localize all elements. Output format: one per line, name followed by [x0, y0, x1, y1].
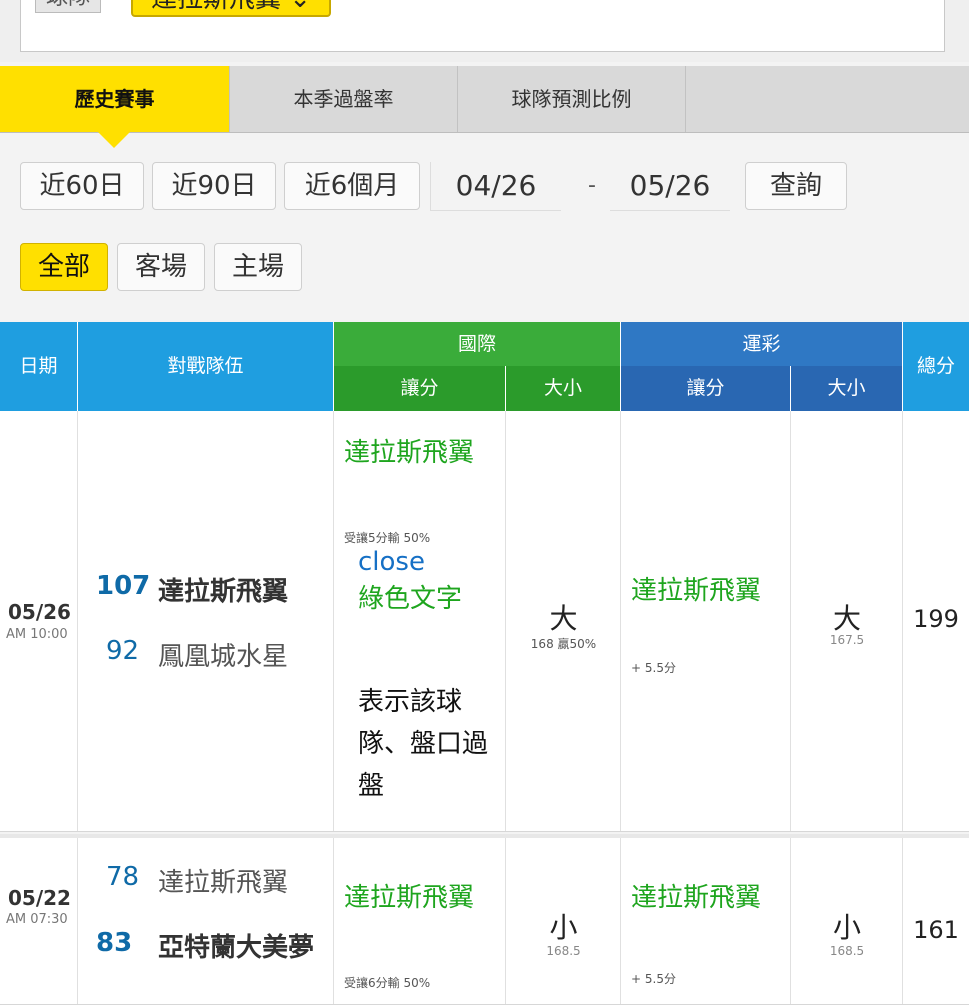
- header-intl-ou: 大小: [506, 366, 621, 411]
- lottery-handicap-cell: 達拉斯飛翼 + 5.5分: [621, 411, 791, 831]
- date-from-input[interactable]: 04/26: [430, 162, 561, 211]
- row-date-cell: 05/26 AM 10:00: [0, 411, 78, 831]
- tab-bar: 歷史賽事 本季過盤率 球隊預測比例: [0, 66, 969, 148]
- row-date-cell: 05/22 AM 07:30: [0, 838, 78, 1004]
- total-score: 199: [913, 605, 959, 633]
- header-intl: 國際: [334, 322, 621, 366]
- period-90-days-button[interactable]: 近90日: [152, 162, 276, 210]
- row-matchup-cell: 107 達拉斯飛翼 92 鳳凰城水星: [78, 411, 334, 831]
- tooltip-green-text: 綠色文字: [358, 584, 463, 614]
- team1-score: 107: [96, 571, 151, 601]
- header-total: 總分: [903, 322, 969, 411]
- period-60-days-button[interactable]: 近60日: [20, 162, 144, 210]
- lottery-handicap-team: 達拉斯飛翼: [631, 883, 762, 913]
- team1-name[interactable]: 達拉斯飛翼: [158, 571, 288, 608]
- row-matchup-cell: 78 達拉斯飛翼 83 亞特蘭大美夢: [78, 838, 334, 1004]
- lottery-handicap-cell: 達拉斯飛翼 + 5.5分: [621, 838, 791, 1004]
- team1-score: 78: [106, 862, 140, 892]
- header-date: 日期: [0, 322, 78, 411]
- lottery-ou-value: 大: [832, 602, 861, 635]
- team2-name[interactable]: 鳳凰城水星: [158, 636, 288, 673]
- lottery-ou-value: 小: [832, 911, 861, 944]
- intl-handicap-note: 受讓5分輸 50%: [344, 531, 431, 545]
- intl-handicap-team: 達拉斯飛翼: [344, 883, 475, 913]
- header-intl-handicap: 讓分: [334, 366, 506, 411]
- chevron-down-icon: ⌄: [289, 0, 311, 14]
- intl-handicap-cell: 達拉斯飛翼 受讓5分輸 50% close 綠色文字 表示該球隊、盤口過盤: [334, 411, 506, 831]
- tab-team-prediction[interactable]: 球隊預測比例: [458, 66, 686, 132]
- query-button[interactable]: 查詢: [745, 162, 847, 210]
- lottery-ou-cell: 大 167.5: [791, 411, 903, 831]
- lottery-handicap-note: + 5.5分: [631, 661, 676, 675]
- lottery-ou-cell: 小 168.5: [791, 838, 903, 1004]
- period-6-months-button[interactable]: 近6個月: [284, 162, 420, 210]
- lottery-handicap-team: 達拉斯飛翼: [631, 576, 762, 606]
- tab-history[interactable]: 歷史賽事: [0, 66, 230, 148]
- date-to-input[interactable]: 05/26: [610, 162, 730, 211]
- intl-handicap-note: 受讓6分輸 50%: [344, 976, 431, 990]
- intl-ou-cell: 小 168.5: [506, 838, 621, 1004]
- total-cell: 161: [903, 838, 969, 1004]
- intl-ou-value: 大: [549, 602, 578, 635]
- team2-score: 92: [106, 636, 140, 666]
- team1-name[interactable]: 達拉斯飛翼: [158, 862, 288, 899]
- header-matchup: 對戰隊伍: [78, 322, 334, 411]
- breadcrumb-bar: 球隊 達拉斯飛翼 ⌄: [0, 0, 969, 62]
- header-lottery-handicap: 讓分: [621, 366, 791, 411]
- intl-handicap-cell: 達拉斯飛翼 受讓6分輸 50%: [334, 838, 506, 1004]
- venue-away-button[interactable]: 客場: [117, 243, 205, 291]
- tab-season-cover-rate[interactable]: 本季過盤率: [230, 66, 458, 132]
- row-time: AM 10:00: [6, 627, 68, 642]
- date-separator: -: [588, 173, 596, 198]
- table-row: 05/22 AM 07:30 78 達拉斯飛翼 83 亞特蘭大美夢 達拉斯飛翼 …: [0, 834, 969, 1005]
- team-selector[interactable]: 達拉斯飛翼 ⌄: [131, 0, 332, 17]
- venue-all-button[interactable]: 全部: [20, 243, 108, 291]
- intl-ou-note: 168 贏50%: [530, 637, 597, 651]
- venue-home-button[interactable]: 主場: [214, 243, 302, 291]
- team2-score: 83: [96, 928, 133, 958]
- lottery-ou-note: 167.5: [829, 633, 865, 647]
- intl-ou-value: 小: [549, 911, 578, 944]
- team-selector-label: 達拉斯飛翼: [151, 0, 281, 14]
- table-row: 05/26 AM 10:00 107 達拉斯飛翼 92 鳳凰城水星 達拉斯飛翼 …: [0, 411, 969, 832]
- tooltip-close-button[interactable]: close: [358, 547, 425, 577]
- intl-handicap-team: 達拉斯飛翼: [344, 438, 475, 468]
- lottery-ou-note: 168.5: [829, 944, 865, 958]
- row-date: 05/22: [8, 886, 71, 910]
- total-cell: 199: [903, 411, 969, 831]
- breadcrumb: 球隊 達拉斯飛翼 ⌄: [20, 0, 945, 52]
- intl-ou-cell: 大 168 贏50%: [506, 411, 621, 831]
- row-date: 05/26: [8, 600, 71, 624]
- row-time: AM 07:30: [6, 912, 68, 927]
- header-lottery-ou: 大小: [791, 366, 903, 411]
- breadcrumb-league[interactable]: 球隊: [35, 0, 102, 13]
- team2-name[interactable]: 亞特蘭大美夢: [158, 928, 318, 968]
- header-lottery: 運彩: [621, 322, 903, 366]
- intl-ou-note: 168.5: [546, 944, 581, 958]
- tooltip-description: 表示該球隊、盤口過盤: [358, 687, 489, 801]
- lottery-handicap-note: + 5.5分: [631, 972, 676, 986]
- total-score: 161: [913, 916, 959, 944]
